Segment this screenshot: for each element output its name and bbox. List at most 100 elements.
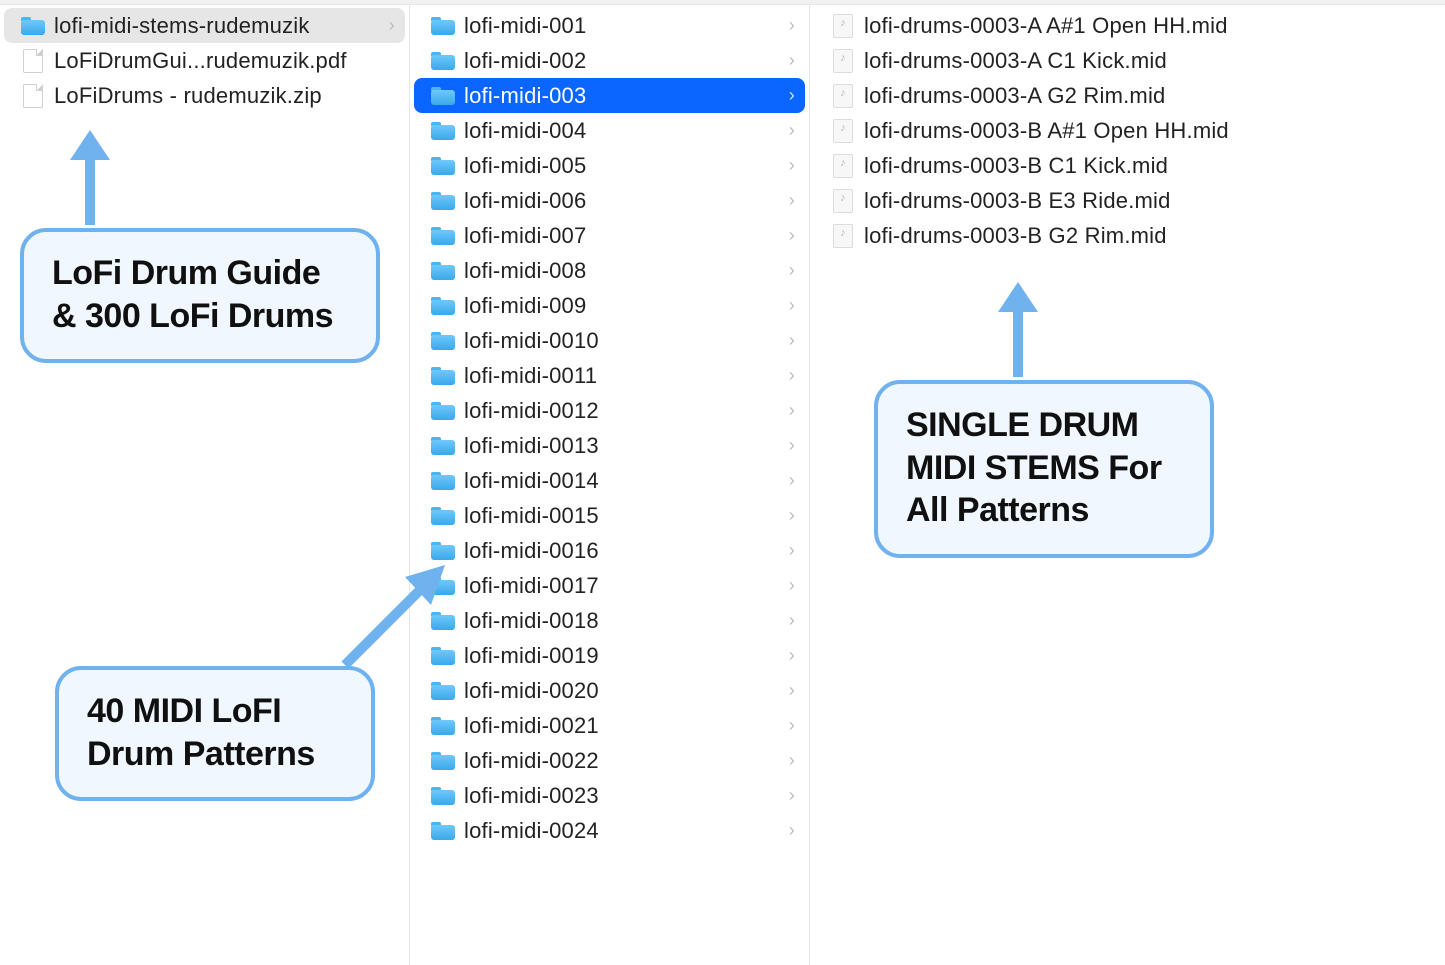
finder-folder-row[interactable]: lofi-midi-005› <box>414 148 805 183</box>
finder-folder-row[interactable]: lofi-midi-004› <box>414 113 805 148</box>
finder-folder-row[interactable]: lofi-midi-0020› <box>414 673 805 708</box>
chevron-right-icon: › <box>789 680 797 701</box>
finder-folder-row[interactable]: lofi-midi-0024› <box>414 813 805 848</box>
chevron-right-icon: › <box>789 470 797 491</box>
finder-item-label: lofi-midi-0021 <box>464 713 789 739</box>
finder-item-label: lofi-midi-stems-rudemuzik <box>54 13 389 39</box>
folder-icon <box>20 15 46 37</box>
finder-folder-row[interactable]: lofi-midi-0023› <box>414 778 805 813</box>
finder-item-label: lofi-midi-0011 <box>464 363 789 389</box>
chevron-right-icon: › <box>789 785 797 806</box>
finder-item-label: lofi-midi-0024 <box>464 818 789 844</box>
chevron-right-icon: › <box>789 435 797 456</box>
finder-file-row[interactable]: lofi-drums-0003-A A#1 Open HH.mid <box>814 8 1441 43</box>
finder-folder-row[interactable]: lofi-midi-0021› <box>414 708 805 743</box>
finder-folder-row[interactable]: lofi-midi-0019› <box>414 638 805 673</box>
chevron-right-icon: › <box>789 85 797 106</box>
folder-icon <box>430 85 456 107</box>
finder-file-row[interactable]: LoFiDrums - rudemuzik.zip <box>4 78 405 113</box>
folder-icon <box>430 505 456 527</box>
finder-file-row[interactable]: LoFiDrumGui...rudemuzik.pdf <box>4 43 405 78</box>
finder-item-label: lofi-midi-007 <box>464 223 789 249</box>
finder-item-label: lofi-midi-006 <box>464 188 789 214</box>
chevron-right-icon: › <box>789 505 797 526</box>
finder-folder-row[interactable]: lofi-midi-0015› <box>414 498 805 533</box>
finder-item-label: lofi-midi-005 <box>464 153 789 179</box>
finder-folder-row[interactable]: lofi-midi-0014› <box>414 463 805 498</box>
finder-item-label: LoFiDrumGui...rudemuzik.pdf <box>54 48 397 74</box>
finder-column-1-items: lofi-midi-stems-rudemuzik› LoFiDrumGui...… <box>0 4 409 113</box>
folder-icon <box>430 715 456 737</box>
finder-file-row[interactable]: lofi-drums-0003-A C1 Kick.mid <box>814 43 1441 78</box>
chevron-right-icon: › <box>789 540 797 561</box>
finder-item-label: lofi-drums-0003-A G2 Rim.mid <box>864 83 1433 109</box>
folder-icon <box>430 820 456 842</box>
finder-folder-row[interactable]: lofi-midi-stems-rudemuzik› <box>4 8 405 43</box>
finder-file-row[interactable]: lofi-drums-0003-A G2 Rim.mid <box>814 78 1441 113</box>
folder-icon <box>430 400 456 422</box>
finder-folder-row[interactable]: lofi-midi-0012› <box>414 393 805 428</box>
finder-item-label: lofi-midi-004 <box>464 118 789 144</box>
chevron-right-icon: › <box>789 15 797 36</box>
folder-icon <box>430 435 456 457</box>
finder-item-label: lofi-midi-0010 <box>464 328 789 354</box>
finder-folder-row[interactable]: lofi-midi-006› <box>414 183 805 218</box>
finder-item-label: lofi-midi-008 <box>464 258 789 284</box>
finder-item-label: lofi-midi-0023 <box>464 783 789 809</box>
chevron-right-icon: › <box>789 820 797 841</box>
finder-folder-row[interactable]: lofi-midi-0018› <box>414 603 805 638</box>
finder-column-1: lofi-midi-stems-rudemuzik› LoFiDrumGui...… <box>0 4 410 965</box>
finder-folder-row[interactable]: lofi-midi-008› <box>414 253 805 288</box>
finder-folder-row[interactable]: lofi-midi-007› <box>414 218 805 253</box>
finder-column-view: lofi-midi-stems-rudemuzik›LoFiDrumGui...… <box>0 4 1445 965</box>
midi-file-icon <box>830 85 856 107</box>
folder-icon <box>430 540 456 562</box>
finder-file-row[interactable]: lofi-drums-0003-B G2 Rim.mid <box>814 218 1441 253</box>
midi-file-icon <box>830 50 856 72</box>
folder-icon <box>430 330 456 352</box>
finder-item-label: lofi-midi-003 <box>464 83 789 109</box>
folder-icon <box>430 15 456 37</box>
finder-folder-row[interactable]: lofi-midi-009› <box>414 288 805 323</box>
folder-icon <box>430 680 456 702</box>
finder-item-label: lofi-midi-0019 <box>464 643 789 669</box>
finder-folder-row[interactable]: lofi-midi-0011› <box>414 358 805 393</box>
finder-file-row[interactable]: lofi-drums-0003-B C1 Kick.mid <box>814 148 1441 183</box>
finder-folder-row[interactable]: lofi-midi-001› <box>414 8 805 43</box>
folder-icon <box>430 295 456 317</box>
chevron-right-icon: › <box>789 575 797 596</box>
finder-folder-row[interactable]: lofi-midi-0013› <box>414 428 805 463</box>
midi-file-icon <box>830 155 856 177</box>
finder-folder-row[interactable]: lofi-midi-0010› <box>414 323 805 358</box>
finder-item-label: lofi-drums-0003-B A#1 Open HH.mid <box>864 118 1433 144</box>
chevron-right-icon: › <box>789 610 797 631</box>
midi-file-icon <box>830 225 856 247</box>
finder-item-label: lofi-midi-0022 <box>464 748 789 774</box>
chevron-right-icon: › <box>789 260 797 281</box>
chevron-right-icon: › <box>789 50 797 71</box>
chevron-right-icon: › <box>789 365 797 386</box>
annotation-callout-guide: LoFi Drum Guide & 300 LoFi Drums <box>20 228 380 363</box>
finder-item-label: lofi-midi-0012 <box>464 398 789 424</box>
finder-file-row[interactable]: lofi-drums-0003-B E3 Ride.mid <box>814 183 1441 218</box>
folder-icon <box>430 645 456 667</box>
midi-file-icon <box>830 190 856 212</box>
chevron-right-icon: › <box>389 15 397 36</box>
finder-folder-row[interactable]: lofi-midi-003› <box>414 78 805 113</box>
folder-icon <box>430 190 456 212</box>
finder-item-label: lofi-midi-0014 <box>464 468 789 494</box>
finder-item-label: lofi-midi-009 <box>464 293 789 319</box>
finder-item-label: lofi-drums-0003-B G2 Rim.mid <box>864 223 1433 249</box>
finder-folder-row[interactable]: lofi-midi-002› <box>414 43 805 78</box>
annotation-callout-stems: SINGLE DRUM MIDI STEMS For All Patterns <box>874 380 1214 558</box>
finder-item-label: lofi-midi-002 <box>464 48 789 74</box>
finder-item-label: lofi-midi-0016 <box>464 538 789 564</box>
finder-folder-row[interactable]: lofi-midi-0022› <box>414 743 805 778</box>
folder-icon <box>430 365 456 387</box>
finder-file-row[interactable]: lofi-drums-0003-B A#1 Open HH.mid <box>814 113 1441 148</box>
document-icon <box>20 85 46 107</box>
finder-folder-row[interactable]: lofi-midi-0016› <box>414 533 805 568</box>
folder-icon <box>430 575 456 597</box>
finder-folder-row[interactable]: lofi-midi-0017› <box>414 568 805 603</box>
folder-icon <box>430 50 456 72</box>
